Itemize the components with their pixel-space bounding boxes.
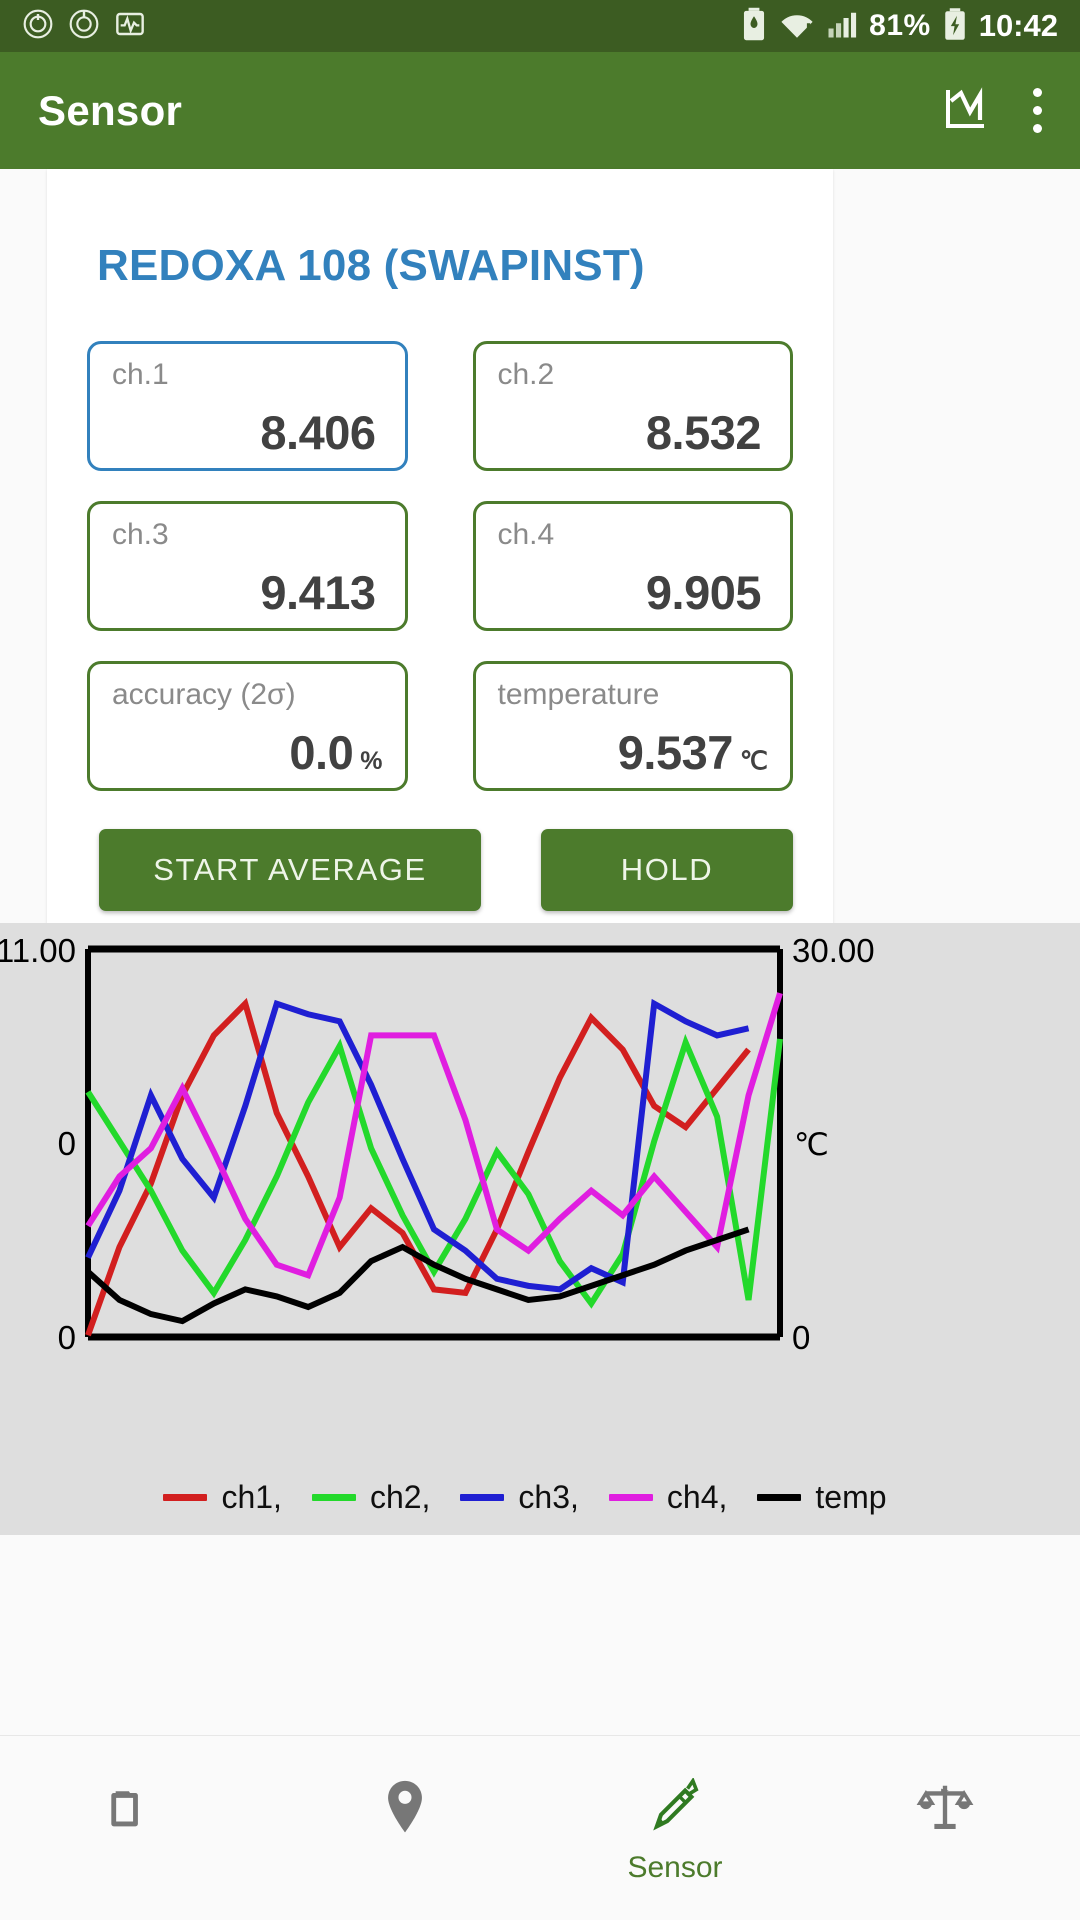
power-record-icon (22, 8, 54, 45)
legend-swatch-ch1 (163, 1493, 208, 1501)
svg-text:℃: ℃ (794, 1127, 829, 1162)
folder-icon (106, 1778, 164, 1841)
legend-label: ch4, (666, 1478, 728, 1515)
svg-text:11.00: 11.00 (0, 932, 76, 969)
legend-item-ch3: ch3, (460, 1478, 579, 1516)
legend-label: temp (815, 1478, 887, 1515)
readout-temperature[interactable]: temperature 9.537 ℃ (472, 661, 793, 791)
legend-swatch-ch3 (460, 1493, 505, 1501)
line-chart-icon[interactable] (942, 84, 990, 137)
page-body: REDOXA 108 (SWAPINST) ch.1 8.406 ch.2 8.… (0, 169, 1080, 1920)
chart-legend: ch1, ch2, ch3, ch4, temp (0, 1459, 1080, 1535)
readout-value: 0.0 (289, 726, 354, 779)
readout-value: 8.406 (260, 406, 376, 459)
status-bar-right-icons: 81% 10:42 (741, 7, 1058, 46)
readout-value: 9.905 (645, 566, 762, 619)
readout-label: ch.1 (112, 358, 169, 391)
app-bar-actions (942, 84, 1042, 137)
app-bar: Sensor (0, 52, 1080, 169)
svg-text:0: 0 (58, 1319, 76, 1356)
status-bar-left-icons (22, 8, 146, 45)
legend-swatch-ch2 (311, 1493, 356, 1501)
readout-ch1[interactable]: ch.1 8.406 (87, 341, 408, 471)
readout-ch3[interactable]: ch.3 9.413 (87, 501, 408, 631)
legend-item-ch4: ch4, (608, 1478, 728, 1516)
page-title: Sensor (38, 86, 183, 134)
readout-value-row: 9.413 (260, 565, 382, 620)
readout-unit: % (360, 747, 383, 775)
circle-record-icon (68, 8, 100, 45)
overflow-menu-icon[interactable] (1032, 88, 1042, 133)
readout-value-row: 0.0 % (289, 725, 382, 780)
battery-charging-icon (943, 7, 967, 46)
chart-canvas: 11.00 30.00 0 ℃ 0 0 (0, 932, 875, 1356)
svg-text:30.00: 30.00 (792, 932, 875, 969)
readout-value-row: 8.406 (260, 405, 382, 460)
readout-label: ch.3 (112, 518, 169, 551)
start-average-button[interactable]: START AVERAGE (99, 829, 481, 911)
readout-unit: ℃ (739, 747, 768, 775)
readout-label: ch.4 (497, 518, 555, 551)
hold-button[interactable]: HOLD (541, 829, 793, 911)
readout-label: accuracy (2σ) (112, 678, 296, 711)
readout-accuracy[interactable]: accuracy (2σ) 0.0 % (87, 661, 408, 791)
nav-item-location[interactable] (270, 1778, 540, 1851)
readout-grid: ch.1 8.406 ch.2 8.532 ch.3 9.413 ch.4 9.… (47, 291, 833, 791)
wifi-alert-icon (779, 9, 815, 44)
pulse-graph-icon (114, 8, 146, 45)
nav-item-sensor[interactable]: Sensor (540, 1777, 810, 1885)
battery-saver-icon (741, 7, 767, 46)
legend-label: ch1, (221, 1478, 282, 1515)
nav-item-files[interactable] (0, 1778, 270, 1851)
bottom-navigation: Sensor (0, 1735, 1080, 1920)
svg-text:0: 0 (792, 1319, 810, 1356)
action-button-row: START AVERAGE HOLD (47, 791, 833, 941)
readout-label: temperature (497, 678, 660, 711)
status-bar: 81% 10:42 (0, 0, 1080, 52)
pen-sensor-icon (646, 1777, 704, 1841)
sensor-chart[interactable]: 11.00 30.00 0 ℃ 0 0 (0, 923, 1080, 1459)
svg-text:0: 0 (58, 1125, 76, 1162)
legend-item-ch2: ch2, (311, 1478, 431, 1516)
location-pin-icon (380, 1778, 430, 1841)
clock-label: 10:42 (978, 8, 1058, 43)
sensor-card: REDOXA 108 (SWAPINST) ch.1 8.406 ch.2 8.… (47, 169, 833, 961)
readout-label: ch.2 (497, 358, 555, 391)
nav-label: Sensor (627, 1851, 723, 1884)
legend-item-temp: temp (757, 1478, 887, 1516)
legend-item-ch1: ch1, (163, 1478, 282, 1516)
readout-value: 9.537 (617, 726, 734, 779)
readout-value-row: 9.537 ℃ (618, 725, 768, 780)
legend-label: ch3, (518, 1478, 579, 1515)
legend-swatch-ch4 (608, 1493, 653, 1501)
readout-value: 8.532 (645, 406, 762, 459)
readout-ch2[interactable]: ch.2 8.532 (472, 341, 793, 471)
device-title: REDOXA 108 (SWAPINST) (97, 241, 645, 290)
readout-value-row: 8.532 (646, 405, 768, 460)
readout-value: 9.413 (260, 566, 376, 619)
legend-swatch-temp (757, 1493, 802, 1501)
nav-item-calibration[interactable] (810, 1778, 1080, 1851)
legend-label: ch2, (369, 1478, 431, 1515)
readout-ch4[interactable]: ch.4 9.905 (472, 501, 793, 631)
balance-scale-icon (916, 1778, 974, 1841)
readout-value-row: 9.905 (646, 565, 768, 620)
battery-percent-label: 81% (869, 9, 931, 42)
cellular-signal-icon (827, 9, 857, 44)
